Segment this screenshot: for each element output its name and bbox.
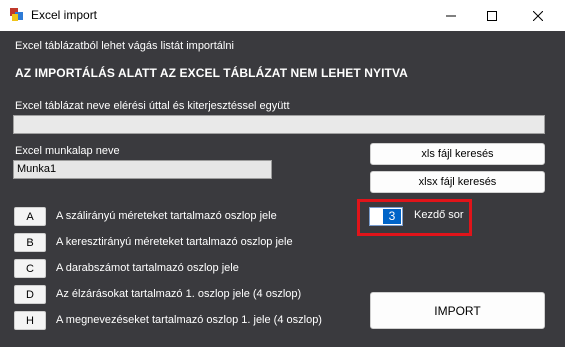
column-b-label: A keresztirányú méreteket tartalmazó osz…	[56, 236, 293, 248]
sheet-label: Excel munkalap neve	[15, 145, 120, 157]
column-a-button[interactable]: A	[14, 207, 46, 226]
form-body: Excel táblázatból lehet vágás listát imp…	[0, 31, 565, 347]
minimize-button[interactable]	[428, 0, 474, 31]
minimize-icon	[446, 15, 456, 16]
column-h-button[interactable]: H	[14, 311, 46, 330]
start-row-input[interactable]: 3	[369, 207, 403, 226]
maximize-icon	[487, 10, 497, 21]
xlsx-search-button[interactable]: xlsx fájl keresés	[370, 171, 545, 193]
column-a-label: A szálirányú méreteket tartalmazó oszlop…	[56, 210, 277, 222]
column-h-label: A megnevezéseket tartalmazó oszlop 1. je…	[56, 314, 322, 326]
app-icon	[10, 8, 24, 22]
path-field[interactable]	[13, 115, 545, 134]
title-bar: Excel import	[0, 0, 565, 31]
start-row-value: 3	[383, 209, 401, 224]
import-button[interactable]: IMPORT	[370, 292, 545, 329]
sheet-name-field[interactable]: Munka1	[13, 160, 272, 179]
column-c-button[interactable]: C	[14, 259, 46, 278]
start-row-label: Kezdő sor	[414, 209, 464, 221]
column-b-button[interactable]: B	[14, 233, 46, 252]
window-title: Excel import	[31, 8, 98, 22]
warning-label: AZ IMPORTÁLÁS ALATT AZ EXCEL TÁBLÁZAT NE…	[15, 66, 408, 80]
maximize-button[interactable]	[469, 0, 515, 31]
column-d-button[interactable]: D	[14, 285, 46, 304]
xls-search-button[interactable]: xls fájl keresés	[370, 143, 545, 165]
close-icon	[533, 10, 543, 21]
path-label: Excel táblázat neve elérési úttal és kit…	[15, 100, 290, 112]
column-d-label: Az élzárásokat tartalmazó 1. oszlop jele…	[56, 288, 302, 300]
column-c-label: A darabszámot tartalmazó oszlop jele	[56, 262, 239, 274]
intro-label: Excel táblázatból lehet vágás listát imp…	[15, 40, 234, 52]
close-button[interactable]	[515, 0, 561, 31]
